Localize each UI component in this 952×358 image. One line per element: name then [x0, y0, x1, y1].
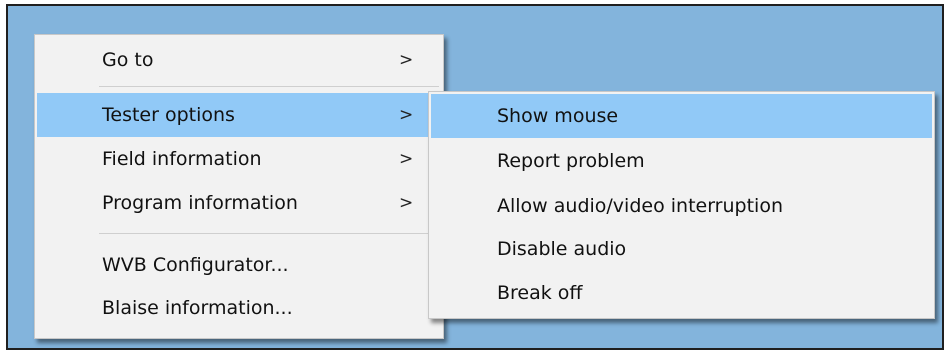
menu-item-label: Blaise information... — [102, 297, 293, 319]
submenu-arrow-icon: > — [399, 193, 414, 213]
tester-options-submenu: Show mouse Report problem Allow audio/vi… — [428, 91, 935, 319]
menu-item-label: Program information — [102, 192, 298, 214]
menu-item-program-information[interactable]: Program information > — [37, 181, 441, 225]
submenu-arrow-icon: > — [399, 50, 414, 70]
menu-separator — [99, 233, 439, 234]
submenu-item-show-mouse[interactable]: Show mouse — [431, 94, 932, 138]
menu-item-label: Report problem — [497, 150, 645, 172]
submenu-arrow-icon: > — [399, 149, 414, 169]
menu-item-label: Break off — [497, 282, 583, 304]
submenu-item-allow-audio-video-interruption[interactable]: Allow audio/video interruption — [431, 184, 932, 228]
submenu-item-disable-audio[interactable]: Disable audio — [431, 227, 932, 271]
menu-separator — [99, 86, 439, 87]
menu-item-label: Show mouse — [497, 105, 619, 127]
menu-item-label: Disable audio — [497, 238, 627, 260]
submenu-item-report-problem[interactable]: Report problem — [431, 139, 932, 183]
submenu-arrow-icon: > — [399, 105, 414, 125]
menu-item-go-to[interactable]: Go to > — [37, 38, 441, 82]
menu-item-label: Field information — [102, 148, 262, 170]
menu-item-label: Tester options — [102, 104, 235, 126]
menu-item-label: WVB Configurator... — [102, 254, 289, 276]
menu-item-label: Go to — [102, 49, 154, 71]
menu-item-tester-options[interactable]: Tester options > — [37, 93, 441, 137]
menu-item-blaise-information[interactable]: Blaise information... — [37, 286, 441, 330]
menu-item-wvb-configurator[interactable]: WVB Configurator... — [37, 243, 441, 287]
menu-item-field-information[interactable]: Field information > — [37, 137, 441, 181]
menu-item-label: Allow audio/video interruption — [497, 195, 783, 217]
context-menu: Go to > Tester options > Field informati… — [34, 34, 444, 339]
submenu-item-break-off[interactable]: Break off — [431, 271, 932, 315]
